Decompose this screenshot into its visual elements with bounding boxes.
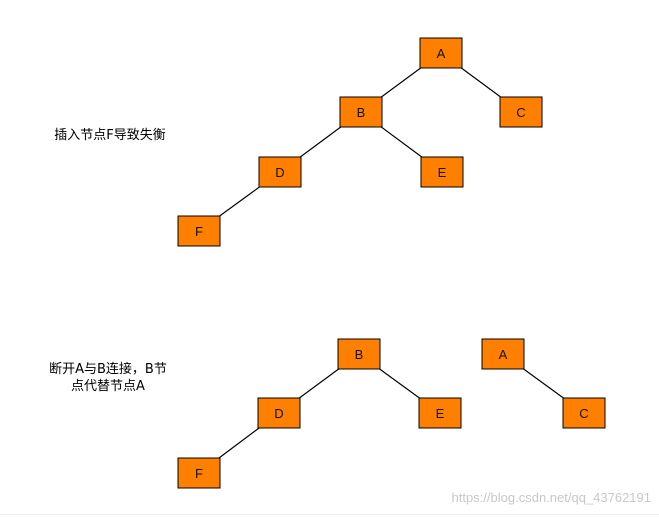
- before-node-c-label: C: [516, 105, 525, 120]
- watermark: https://blog.csdn.net/qq_43762191: [451, 490, 652, 505]
- before-node-a-label: A: [437, 46, 446, 61]
- before-node-f-label: F: [195, 224, 203, 239]
- nodes-layer: A B C D E F B D E F A C: [177, 37, 606, 489]
- after-node-c-label: C: [579, 406, 588, 421]
- after-node-b-label: B: [355, 347, 364, 362]
- after-node-c: C: [562, 397, 606, 429]
- after-node-e: E: [418, 397, 462, 429]
- after-node-f: F: [177, 457, 221, 489]
- before-node-c: C: [499, 96, 543, 128]
- before-edge-a-c: [460, 67, 502, 98]
- before-node-e-label: E: [438, 165, 447, 180]
- after-node-e-label: E: [436, 406, 445, 421]
- before-node-e: E: [420, 156, 464, 188]
- caption-after-rotation: 断开A与B连接，B节 点代替节点A: [30, 361, 186, 395]
- after-node-d-label: D: [274, 406, 283, 421]
- bottom-divider: [0, 514, 659, 515]
- after-node-b: B: [337, 338, 381, 370]
- before-node-d-label: D: [275, 165, 284, 180]
- before-node-a: A: [419, 37, 463, 69]
- after-edge-d-f: [218, 427, 260, 459]
- before-edge-b-e: [380, 126, 423, 158]
- after-node-d: D: [257, 397, 301, 429]
- before-node-d: D: [258, 156, 302, 188]
- after-node-a-label: A: [499, 347, 508, 362]
- after-node-f-label: F: [195, 466, 203, 481]
- before-node-f: F: [177, 215, 221, 247]
- caption-before-rotation: 插入节点F导致失衡: [54, 128, 166, 143]
- after-edge-b-e: [379, 368, 420, 399]
- tree-diagram: A B C D E F B D E F A C: [177, 37, 606, 489]
- caption-after-line-1: 断开A与B连接，B节: [49, 362, 167, 377]
- before-edge-d-f: [219, 186, 260, 217]
- before-node-b: B: [339, 96, 383, 128]
- after-edge-b-d: [298, 368, 340, 399]
- after-edge-a-c: [523, 368, 564, 399]
- before-edge-b-d: [299, 126, 342, 158]
- before-node-b-label: B: [357, 105, 366, 120]
- caption-after-line-2: 点代替节点A: [71, 379, 145, 394]
- after-node-a: A: [481, 338, 525, 370]
- before-edge-a-b: [380, 67, 422, 98]
